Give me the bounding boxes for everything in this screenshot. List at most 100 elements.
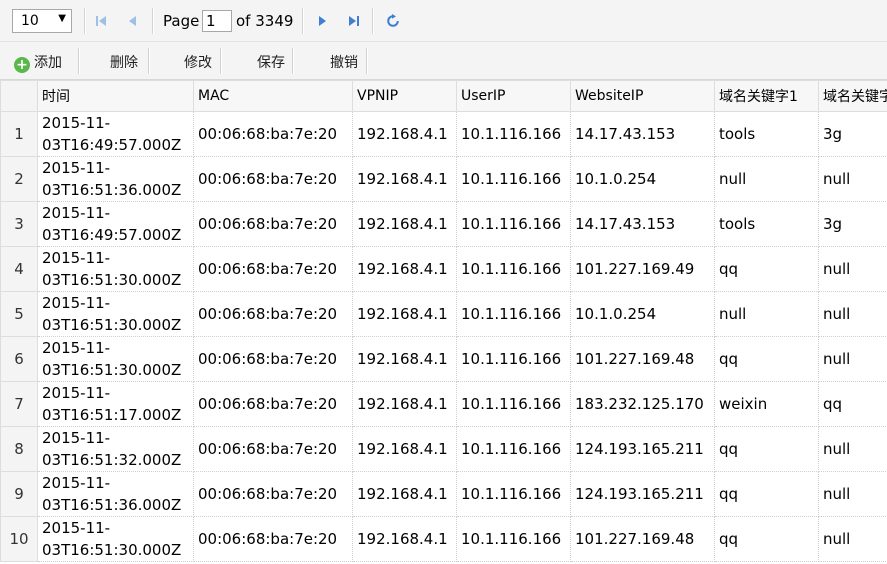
cell-websiteip[interactable]: 14.17.43.153 <box>570 111 715 157</box>
cell-keyword1[interactable]: qq <box>714 471 819 517</box>
cell-vpnip[interactable]: 192.168.4.1 <box>352 111 457 157</box>
cell-userip[interactable]: 10.1.116.166 <box>456 291 571 337</box>
cell-mac[interactable]: 00:06:68:ba:7e:20 <box>193 156 353 202</box>
cell-vpnip[interactable]: 192.168.4.1 <box>352 471 457 517</box>
cell-time[interactable]: 2015-11- 03T16:51:36.000Z <box>37 471 194 517</box>
cell-keyword2[interactable]: qq <box>818 381 887 427</box>
cell-mac[interactable]: 00:06:68:ba:7e:20 <box>193 426 353 472</box>
next-page-button[interactable] <box>311 10 333 32</box>
last-page-button[interactable] <box>343 10 365 32</box>
cell-time[interactable]: 2015-11- 03T16:49:57.000Z <box>37 201 194 247</box>
cell-vpnip[interactable]: 192.168.4.1 <box>352 246 457 292</box>
edit-button[interactable]: 修改 <box>184 52 212 72</box>
cell-websiteip[interactable]: 101.227.169.49 <box>570 246 715 292</box>
cell-websiteip[interactable]: 14.17.43.153 <box>570 201 715 247</box>
table-row[interactable]: 9 2015-11- 03T16:51:36.000Z 00:06:68:ba:7e:… <box>0 471 887 517</box>
page-number-input[interactable]: 1 <box>202 10 232 32</box>
column-header-mac[interactable]: MAC <box>193 80 353 112</box>
cell-time[interactable]: 2015-11- 03T16:49:57.000Z <box>37 111 194 157</box>
cell-keyword1[interactable]: qq <box>714 246 819 292</box>
table-row[interactable]: 1 2015-11- 03T16:49:57.000Z 00:06:68:ba:7e:… <box>0 111 887 157</box>
cancel-button[interactable]: 撤销 <box>330 52 358 72</box>
cell-websiteip[interactable]: 101.227.169.48 <box>570 516 715 562</box>
cell-keyword2[interactable]: 3g <box>818 201 887 247</box>
column-header-vpnip[interactable]: VPNIP <box>352 80 457 112</box>
cell-userip[interactable]: 10.1.116.166 <box>456 111 571 157</box>
table-row[interactable]: 8 2015-11- 03T16:51:32.000Z 00:06:68:ba:7e:… <box>0 426 887 472</box>
cell-mac[interactable]: 00:06:68:ba:7e:20 <box>193 111 353 157</box>
cell-time[interactable]: 2015-11- 03T16:51:30.000Z <box>37 516 194 562</box>
cell-websiteip[interactable]: 101.227.169.48 <box>570 336 715 382</box>
cell-websiteip[interactable]: 10.1.0.254 <box>570 156 715 202</box>
cell-websiteip[interactable]: 124.193.165.211 <box>570 426 715 472</box>
cell-userip[interactable]: 10.1.116.166 <box>456 381 571 427</box>
column-header-time[interactable]: 时间 <box>37 80 194 112</box>
cell-userip[interactable]: 10.1.116.166 <box>456 471 571 517</box>
cell-time[interactable]: 2015-11- 03T16:51:30.000Z <box>37 246 194 292</box>
table-row[interactable]: 3 2015-11- 03T16:49:57.000Z 00:06:68:ba:7e:… <box>0 201 887 247</box>
cell-vpnip[interactable]: 192.168.4.1 <box>352 381 457 427</box>
cell-time[interactable]: 2015-11- 03T16:51:30.000Z <box>37 336 194 382</box>
cell-userip[interactable]: 10.1.116.166 <box>456 336 571 382</box>
cell-keyword1[interactable]: tools <box>714 201 819 247</box>
cell-keyword1[interactable]: null <box>714 291 819 337</box>
cell-time[interactable]: 2015-11- 03T16:51:30.000Z <box>37 291 194 337</box>
cell-keyword1[interactable]: qq <box>714 336 819 382</box>
cell-time[interactable]: 2015-11- 03T16:51:17.000Z <box>37 381 194 427</box>
refresh-button[interactable] <box>382 10 404 32</box>
cell-keyword1[interactable]: null <box>714 156 819 202</box>
cell-keyword2[interactable]: null <box>818 246 887 292</box>
first-page-button[interactable] <box>90 10 112 32</box>
cell-keyword1[interactable]: qq <box>714 516 819 562</box>
cell-keyword2[interactable]: null <box>818 291 887 337</box>
cell-mac[interactable]: 00:06:68:ba:7e:20 <box>193 291 353 337</box>
cell-mac[interactable]: 00:06:68:ba:7e:20 <box>193 246 353 292</box>
cell-mac[interactable]: 00:06:68:ba:7e:20 <box>193 201 353 247</box>
add-button[interactable]: + 添加 <box>14 52 62 73</box>
cell-userip[interactable]: 10.1.116.166 <box>456 516 571 562</box>
column-header-userip[interactable]: UserIP <box>456 80 571 112</box>
cell-websiteip[interactable]: 10.1.0.254 <box>570 291 715 337</box>
cell-keyword2[interactable]: null <box>818 156 887 202</box>
cell-mac[interactable]: 00:06:68:ba:7e:20 <box>193 381 353 427</box>
cell-keyword1[interactable]: tools <box>714 111 819 157</box>
cell-websiteip[interactable]: 124.193.165.211 <box>570 471 715 517</box>
cell-vpnip[interactable]: 192.168.4.1 <box>352 336 457 382</box>
cell-userip[interactable]: 10.1.116.166 <box>456 156 571 202</box>
prev-page-button[interactable] <box>122 10 144 32</box>
cell-vpnip[interactable]: 192.168.4.1 <box>352 201 457 247</box>
cell-keyword2[interactable]: null <box>818 426 887 472</box>
column-header-websiteip[interactable]: WebsiteIP <box>570 80 715 112</box>
cell-userip[interactable]: 10.1.116.166 <box>456 426 571 472</box>
cell-vpnip[interactable]: 192.168.4.1 <box>352 156 457 202</box>
cell-time[interactable]: 2015-11- 03T16:51:36.000Z <box>37 156 194 202</box>
table-row[interactable]: 4 2015-11- 03T16:51:30.000Z 00:06:68:ba:7e:… <box>0 246 887 292</box>
column-header-keyword2[interactable]: 域名关键字2 <box>818 80 887 112</box>
cell-time[interactable]: 2015-11- 03T16:51:32.000Z <box>37 426 194 472</box>
cell-keyword2[interactable]: null <box>818 336 887 382</box>
table-row[interactable]: 7 2015-11- 03T16:51:17.000Z 00:06:68:ba:7e:… <box>0 381 887 427</box>
cell-websiteip[interactable]: 183.232.125.170 <box>570 381 715 427</box>
table-row[interactable]: 10 2015-11- 03T16:51:30.000Z 00:06:68:ba:7e… <box>0 516 887 562</box>
cell-keyword1[interactable]: qq <box>714 426 819 472</box>
cell-vpnip[interactable]: 192.168.4.1 <box>352 291 457 337</box>
cell-keyword2[interactable]: 3g <box>818 111 887 157</box>
cell-mac[interactable]: 00:06:68:ba:7e:20 <box>193 471 353 517</box>
cell-userip[interactable]: 10.1.116.166 <box>456 201 571 247</box>
cell-keyword1[interactable]: weixin <box>714 381 819 427</box>
cell-vpnip[interactable]: 192.168.4.1 <box>352 426 457 472</box>
cell-mac[interactable]: 00:06:68:ba:7e:20 <box>193 336 353 382</box>
cell-userip[interactable]: 10.1.116.166 <box>456 246 571 292</box>
table-row[interactable]: 6 2015-11- 03T16:51:30.000Z 00:06:68:ba:7e:… <box>0 336 887 382</box>
page-size-select[interactable]: 10 ▼ <box>12 9 72 33</box>
table-row[interactable]: 2 2015-11- 03T16:51:36.000Z 00:06:68:ba:7e:… <box>0 156 887 202</box>
cell-mac[interactable]: 00:06:68:ba:7e:20 <box>193 516 353 562</box>
save-button[interactable]: 保存 <box>257 52 285 72</box>
cell-keyword2[interactable]: null <box>818 471 887 517</box>
cell-keyword2[interactable]: null <box>818 516 887 562</box>
cell-vpnip[interactable]: 192.168.4.1 <box>352 516 457 562</box>
table-row[interactable]: 5 2015-11- 03T16:51:30.000Z 00:06:68:ba:7e:… <box>0 291 887 337</box>
column-header-keyword1[interactable]: 域名关键字1 <box>714 80 819 112</box>
delete-button[interactable]: 删除 <box>110 52 138 72</box>
toolbar-divider <box>78 48 80 74</box>
